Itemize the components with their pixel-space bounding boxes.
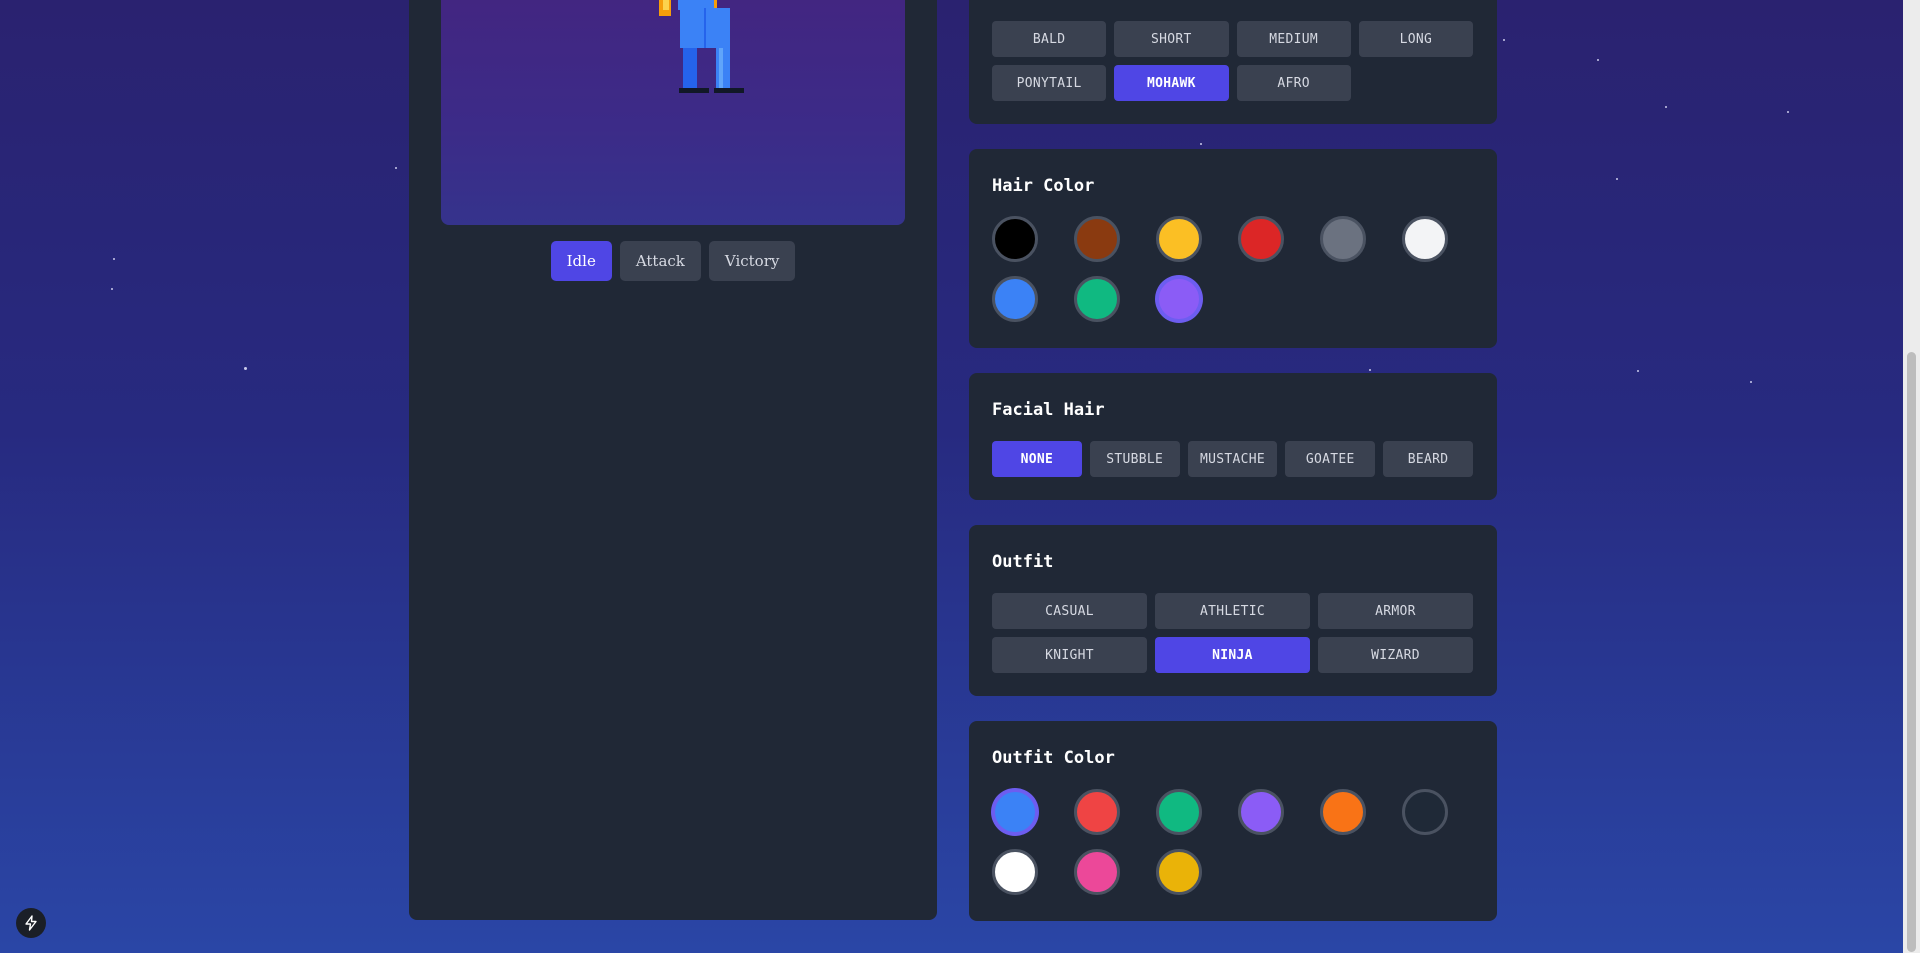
outfit-color-swatch-selected[interactable] — [992, 789, 1038, 835]
outfit-panel: Outfit CASUAL ATHLETIC ARMOR KNIGHT NINJ… — [969, 525, 1497, 696]
animation-tabs: Idle Attack Victory — [409, 241, 937, 281]
hair-color-panel: Hair Color — [969, 149, 1497, 348]
outfit-color-title: Outfit Color — [992, 748, 1115, 768]
bolt-icon — [25, 915, 37, 931]
outfit-color-swatch[interactable] — [1074, 849, 1120, 895]
facial-hair-title: Facial Hair — [992, 400, 1105, 420]
hair-style-medium[interactable]: MEDIUM — [1236, 21, 1351, 57]
hair-color-swatch[interactable] — [1320, 216, 1366, 262]
outfit-color-swatch[interactable] — [1402, 789, 1448, 835]
page-scrollbar[interactable] — [1903, 0, 1920, 953]
hair-style-afro[interactable]: AFRO — [1236, 65, 1351, 101]
facial-hair-stubble[interactable]: STUBBLE — [1089, 441, 1180, 477]
outfit-athletic[interactable]: ATHLETIC — [1155, 593, 1310, 629]
hair-style-bald[interactable]: BALD — [992, 21, 1107, 57]
outfit-knight[interactable]: KNIGHT — [992, 637, 1147, 673]
hair-style-mohawk[interactable]: MOHAWK — [1114, 65, 1229, 101]
hair-color-swatch[interactable] — [1238, 216, 1284, 262]
hair-style-long[interactable]: LONG — [1358, 21, 1473, 57]
character-stage — [441, 0, 905, 225]
outfit-ninja[interactable]: NINJA — [1155, 637, 1310, 673]
facial-hair-panel: Facial Hair NONE STUBBLE MUSTACHE GOATEE… — [969, 373, 1497, 500]
outfit-wizard[interactable]: WIZARD — [1318, 637, 1473, 673]
hair-color-swatch[interactable] — [1402, 216, 1448, 262]
outfit-color-swatch[interactable] — [1320, 789, 1366, 835]
outfit-casual[interactable]: CASUAL — [992, 593, 1147, 629]
tab-victory[interactable]: Victory — [708, 241, 796, 281]
facial-hair-beard[interactable]: BEARD — [1383, 441, 1473, 477]
outfit-title: Outfit — [992, 552, 1054, 572]
facial-hair-goatee[interactable]: GOATEE — [1285, 441, 1376, 477]
hair-style-panel: BALD SHORT MEDIUM LONG PONYTAIL MOHAWK A… — [969, 0, 1497, 124]
hair-color-swatch[interactable] — [992, 216, 1038, 262]
tab-attack[interactable]: Attack — [619, 241, 701, 281]
outfit-color-swatch[interactable] — [1156, 789, 1202, 835]
character-sprite — [659, 0, 744, 93]
hair-color-swatch[interactable] — [1074, 276, 1120, 322]
tab-idle[interactable]: Idle — [550, 241, 612, 281]
hair-color-swatch[interactable] — [992, 276, 1038, 322]
outfit-color-panel: Outfit Color — [969, 721, 1497, 921]
hair-style-short[interactable]: SHORT — [1114, 21, 1229, 57]
outfit-color-swatch[interactable] — [1156, 849, 1202, 895]
hair-color-swatch-selected[interactable] — [1156, 276, 1202, 322]
scrollbar-thumb[interactable] — [1907, 352, 1916, 952]
hair-color-title: Hair Color — [992, 176, 1095, 196]
hair-color-swatch[interactable] — [1074, 216, 1120, 262]
hair-style-ponytail[interactable]: PONYTAIL — [992, 65, 1107, 101]
outfit-color-swatch[interactable] — [992, 849, 1038, 895]
outfit-color-swatch[interactable] — [1074, 789, 1120, 835]
hair-color-swatch[interactable] — [1156, 216, 1202, 262]
outfit-armor[interactable]: ARMOR — [1318, 593, 1473, 629]
character-preview-panel: Idle Attack Victory — [409, 0, 937, 920]
dev-tools-button[interactable] — [16, 908, 46, 938]
facial-hair-mustache[interactable]: MUSTACHE — [1187, 441, 1278, 477]
outfit-color-swatch[interactable] — [1238, 789, 1284, 835]
facial-hair-none[interactable]: NONE — [992, 441, 1082, 477]
